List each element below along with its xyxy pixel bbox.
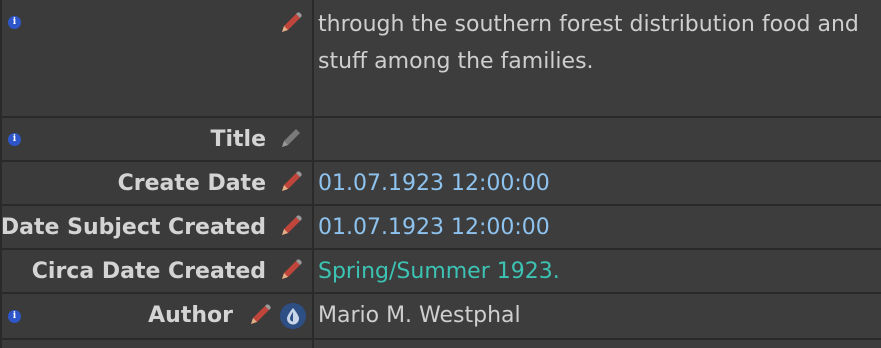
next-row: [0, 340, 881, 348]
create-date-value: 01.07.1923 12:00:00: [318, 171, 550, 196]
create-date-value-cell[interactable]: 01.07.1923 12:00:00: [314, 162, 881, 204]
author-label: Author: [148, 303, 233, 328]
circa-date-created-value: Spring/Summer 1923.: [318, 259, 560, 284]
pencil-icon[interactable]: [276, 169, 304, 197]
title-row: i Title: [0, 118, 881, 162]
date-subject-created-value-cell[interactable]: 01.07.1923 12:00:00: [314, 206, 881, 248]
pencil-icon[interactable]: [276, 257, 304, 285]
author-value-cell[interactable]: Mario M. Westphal: [314, 294, 881, 338]
info-icon[interactable]: i: [8, 310, 21, 323]
title-label: Title: [210, 127, 266, 152]
create-date-row: Create Date 01.07.1923 12:00:00: [0, 162, 881, 206]
author-label-cell: i Author: [0, 294, 314, 338]
circa-date-created-value-cell[interactable]: Spring/Summer 1923.: [314, 250, 881, 292]
title-value-cell[interactable]: [314, 118, 881, 160]
description-row: i through the southern forest distributi…: [0, 0, 881, 118]
author-row: i Author Mario M. Westphal: [0, 294, 881, 340]
pencil-icon[interactable]: [276, 125, 304, 153]
pencil-icon[interactable]: [245, 302, 273, 330]
create-date-label: Create Date: [117, 171, 266, 196]
date-subject-created-row: Date Subject Created 01.07.1923 12:00:00: [0, 206, 881, 250]
create-date-label-cell: Create Date: [0, 162, 314, 204]
circa-date-created-label: Circa Date Created: [31, 259, 266, 284]
description-text: through the southern forest distribution…: [318, 12, 859, 74]
info-icon[interactable]: i: [8, 133, 21, 146]
next-label-cell: [0, 340, 314, 348]
pencil-icon[interactable]: [276, 213, 304, 241]
metadata-table: i through the southern forest distributi…: [0, 0, 881, 348]
description-value-cell[interactable]: through the southern forest distribution…: [314, 0, 881, 116]
date-subject-created-label-cell: Date Subject Created: [0, 206, 314, 248]
author-value: Mario M. Westphal: [318, 303, 521, 328]
date-subject-created-value: 01.07.1923 12:00:00: [318, 215, 550, 240]
next-value-cell[interactable]: [314, 340, 881, 348]
date-subject-created-label: Date Subject Created: [0, 215, 266, 240]
drop-icon[interactable]: [280, 303, 306, 329]
circa-date-created-row: Circa Date Created Spring/Summer 1923.: [0, 250, 881, 294]
circa-date-created-label-cell: Circa Date Created: [0, 250, 314, 292]
info-icon[interactable]: i: [8, 16, 21, 29]
pencil-icon[interactable]: [276, 10, 304, 38]
title-label-cell: i Title: [0, 118, 314, 160]
description-label-cell: i: [0, 0, 314, 116]
